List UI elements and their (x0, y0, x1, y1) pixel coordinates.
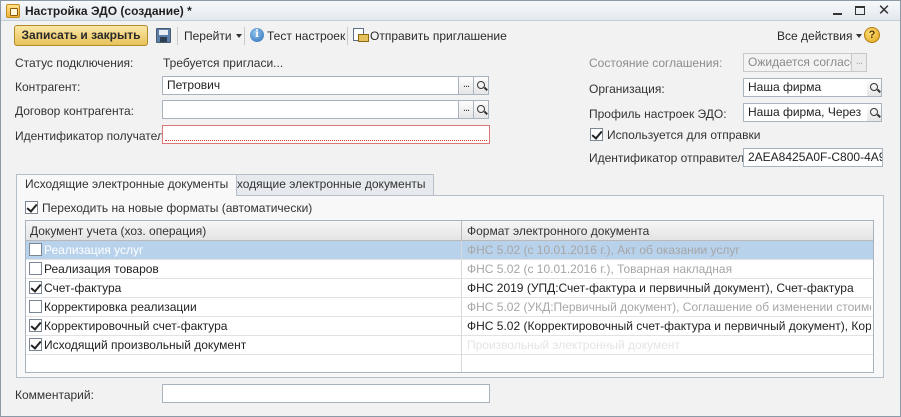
row-format[interactable]: Произвольный электронный документ (467, 338, 871, 352)
documents-table[interactable]: Документ учета (хоз. операция) Формат эл… (25, 220, 874, 373)
contract-select-button[interactable]: ... (459, 100, 474, 119)
toolbar-separator (347, 27, 348, 45)
all-actions-label: Все действия (777, 29, 853, 43)
table-row[interactable]: Исходящий произвольный документ Произвол… (26, 336, 873, 355)
toolbar-separator (244, 27, 245, 45)
connection-status-label: Статус подключения: (15, 56, 134, 70)
window-title: Настройка ЭДО (создание) * (25, 4, 192, 18)
search-icon (870, 83, 878, 91)
counterparty-select-button[interactable]: ... (459, 76, 474, 95)
navigate-menu[interactable]: Перейти (184, 29, 242, 43)
info-icon: i (250, 28, 264, 42)
contract-label: Договор контрагента: (15, 104, 134, 118)
row-format[interactable]: ФНС 2019 (УПД:Счет-фактура и первичный д… (467, 281, 871, 295)
table-row[interactable]: Реализация услуг ФНС 5.02 (с 10.01.2016 … (26, 241, 873, 260)
chevron-down-icon (856, 34, 863, 38)
row-include-checkbox[interactable] (29, 243, 42, 256)
table-row[interactable]: Корректировочный счет-фактура ФНС 5.02 (… (26, 317, 873, 336)
row-document: Реализация товаров (44, 262, 159, 276)
sender-id-label: Идентификатор отправителя: (589, 151, 754, 165)
send-invitation-button[interactable]: Отправить приглашение (370, 29, 507, 43)
agreement-state-select-button: ... (852, 53, 867, 72)
edo-settings-window: Настройка ЭДО (создание) * ✕ Записать и … (0, 0, 901, 417)
row-format[interactable]: ФНС 5.02 (с 10.01.2016 г.), Товарная нак… (467, 262, 871, 276)
table-row[interactable]: Счет-фактура ФНС 2019 (УПД:Счет-фактура … (26, 279, 873, 298)
contract-input[interactable] (162, 100, 459, 119)
table-header: Документ учета (хоз. операция) Формат эл… (26, 221, 873, 241)
counterparty-label: Контрагент: (15, 80, 81, 94)
send-invite-icon (353, 28, 369, 43)
row-document: Исходящий произвольный документ (44, 338, 247, 352)
column-header-format[interactable]: Формат электронного документа (467, 224, 649, 238)
auto-new-formats-label: Переходить на новые форматы (автоматичес… (42, 201, 313, 215)
tab-outgoing-documents[interactable]: Исходящие электронные документы (16, 174, 238, 196)
column-header-document[interactable]: Документ учета (хоз. операция) (30, 224, 206, 238)
title-bar: Настройка ЭДО (создание) * ✕ (1, 1, 900, 21)
table-row[interactable]: Реализация товаров ФНС 5.02 (с 10.01.201… (26, 260, 873, 279)
row-format[interactable]: ФНС 5.02 (УКД:Первичный документ), Согла… (467, 300, 871, 314)
save-and-close-button[interactable]: Записать и закрыть (14, 25, 148, 46)
organization-label: Организация: (589, 82, 665, 96)
maximize-button[interactable] (850, 3, 870, 19)
row-format[interactable]: ФНС 5.02 (Корректировочный счет-фактура … (467, 319, 871, 333)
minimize-icon (833, 13, 842, 15)
agreement-state-label: Состояние соглашения: (589, 56, 723, 70)
maximize-icon (855, 6, 865, 15)
row-document: Корректировка реализации (44, 300, 197, 314)
row-document: Счет-фактура (44, 281, 122, 295)
row-include-checkbox[interactable] (29, 338, 42, 351)
form-icon (6, 4, 20, 18)
row-include-checkbox[interactable] (29, 262, 42, 275)
sender-id-input[interactable]: 2AEA8425A0F-C800-4A9C-8 (743, 148, 883, 167)
row-include-checkbox[interactable] (29, 281, 42, 294)
test-settings-button[interactable]: Тест настроек (267, 29, 345, 43)
close-button[interactable]: ✕ (874, 3, 894, 19)
table-row[interactable]: Корректировка реализации ФНС 5.02 (УКД:П… (26, 298, 873, 317)
table-row-empty (26, 355, 873, 372)
comment-label: Комментарий: (15, 388, 94, 402)
comment-input[interactable] (162, 384, 490, 403)
toolbar-separator (177, 27, 178, 45)
row-include-checkbox[interactable] (29, 300, 42, 313)
all-actions-menu[interactable]: Все действия (777, 29, 863, 43)
connection-status-value: Требуется приглаcи... (163, 56, 284, 70)
organization-input[interactable]: Наша фирма (743, 78, 868, 97)
search-icon (870, 108, 878, 116)
row-document: Корректировочный счет-фактура (44, 319, 228, 333)
navigate-label: Перейти (184, 29, 232, 43)
row-include-checkbox[interactable] (29, 319, 42, 332)
minimize-button[interactable] (828, 3, 848, 19)
search-icon (477, 81, 485, 89)
auto-new-formats-checkbox[interactable] (25, 201, 38, 214)
recipient-id-input[interactable] (162, 125, 490, 144)
used-for-sending-checkbox[interactable] (590, 128, 603, 141)
row-format[interactable]: ФНС 5.02 (с 10.01.2016 г.), Акт об оказа… (467, 243, 871, 257)
save-icon[interactable] (156, 28, 171, 43)
edo-profile-input[interactable]: Наша фирма, Через (743, 103, 868, 122)
counterparty-open-button[interactable] (474, 76, 489, 95)
agreement-state-input: Ожидается согласов (743, 53, 852, 72)
contract-open-button[interactable] (474, 100, 489, 119)
organization-open-button[interactable] (867, 78, 882, 97)
counterparty-input[interactable]: Петрович (162, 76, 459, 95)
tab-incoming-documents[interactable]: Входящие электронные документы (220, 174, 435, 195)
edo-profile-open-button[interactable] (867, 103, 882, 122)
toolbar: Записать и закрыть Перейти i Тест настро… (1, 22, 900, 50)
used-for-sending-label: Используется для отправки (607, 128, 761, 142)
help-icon[interactable]: ? (864, 27, 880, 43)
row-document: Реализация услуг (44, 243, 144, 257)
search-icon (477, 105, 485, 113)
chevron-down-icon (235, 34, 242, 38)
recipient-id-label: Идентификатор получателя: (15, 129, 174, 143)
edo-profile-label: Профиль настроек ЭДО: (589, 107, 727, 121)
